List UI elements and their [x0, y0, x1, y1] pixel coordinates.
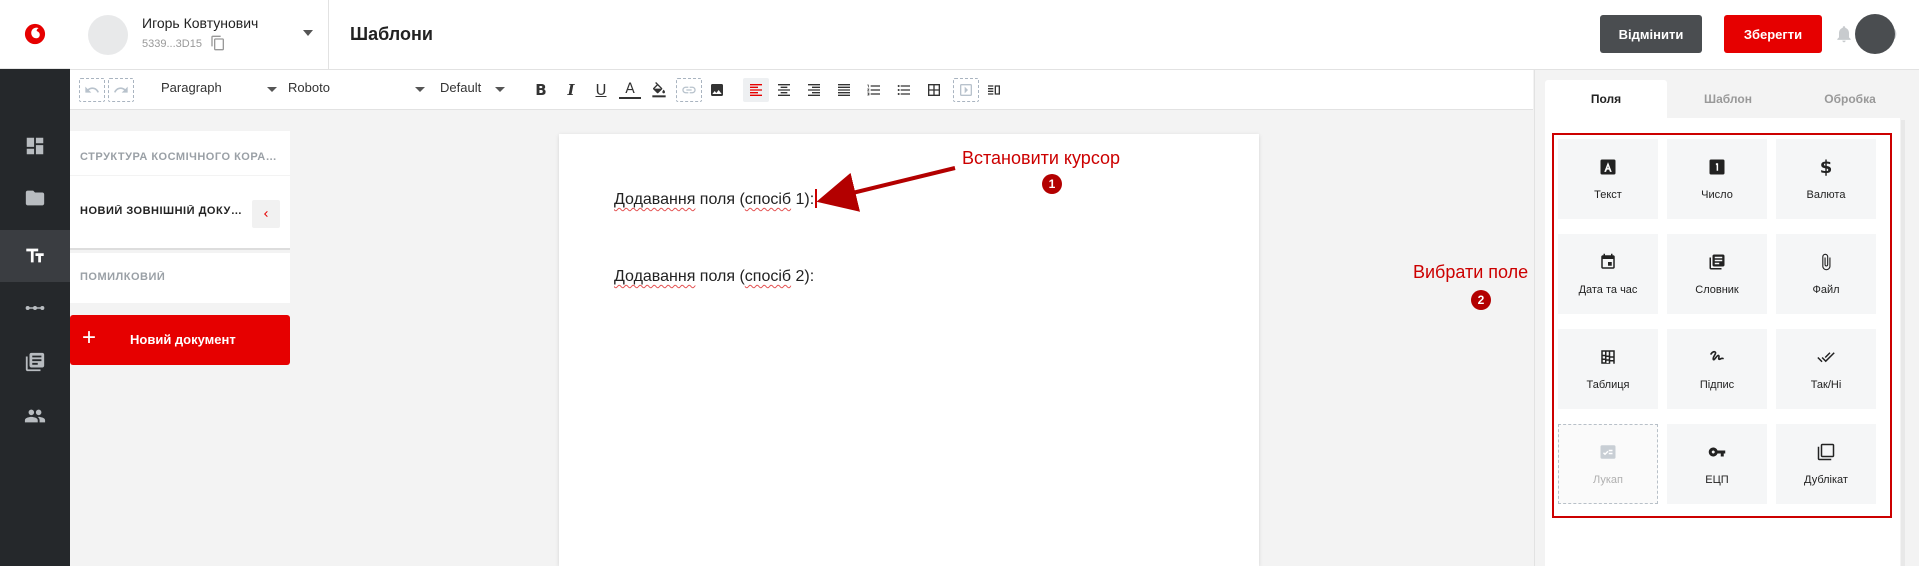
right-panel: Поля Шаблон Обробка Текст Число $ Валюта…	[1534, 70, 1919, 566]
field-table[interactable]: Таблиця	[1558, 329, 1658, 409]
field-number[interactable]: Число	[1667, 139, 1767, 219]
table-icon	[1598, 347, 1618, 367]
field-datetime[interactable]: Дата та час	[1558, 234, 1658, 314]
key-icon	[1707, 442, 1727, 462]
field-label: ЕЦП	[1705, 474, 1729, 486]
annotation-step2: Вибрати поле	[1413, 262, 1529, 282]
double-check-icon	[1816, 347, 1836, 367]
number-icon	[1707, 157, 1727, 177]
field-label: Дата та час	[1578, 284, 1638, 296]
text-icon	[1598, 157, 1618, 177]
field-duplicate[interactable]: Дублікат	[1776, 424, 1876, 504]
lookup-icon	[1598, 442, 1618, 462]
field-label: Файл	[1812, 284, 1840, 296]
field-lookup: Лукап	[1558, 424, 1658, 504]
field-text[interactable]: Текст	[1558, 139, 1658, 219]
tab-fields[interactable]: Поля	[1545, 80, 1667, 118]
field-yesno[interactable]: Так/Ні	[1776, 329, 1876, 409]
annotation-step1: Встановити курсор	[962, 148, 1121, 168]
scrollbar[interactable]	[1901, 120, 1905, 566]
tab-template[interactable]: Шаблон	[1667, 80, 1789, 118]
paperclip-icon	[1816, 252, 1836, 272]
field-label: Таблиця	[1586, 379, 1630, 391]
field-label: Число	[1701, 189, 1733, 201]
annotation-badge-2: 2	[1471, 290, 1491, 310]
field-label: Валюта	[1806, 189, 1846, 201]
field-file[interactable]: Файл	[1776, 234, 1876, 314]
field-currency[interactable]: $ Валюта	[1776, 139, 1876, 219]
duplicate-icon	[1816, 442, 1836, 462]
currency-icon: $	[1819, 156, 1833, 178]
field-label: Так/Ні	[1810, 379, 1842, 391]
dictionary-icon	[1707, 252, 1727, 272]
field-label: Текст	[1594, 189, 1622, 201]
field-dictionary[interactable]: Словник	[1667, 234, 1767, 314]
tab-processing[interactable]: Обробка	[1789, 80, 1911, 118]
field-label: Лукап	[1593, 474, 1623, 486]
field-label: Підпис	[1699, 379, 1735, 391]
signature-icon	[1707, 347, 1727, 367]
field-label: Словник	[1695, 284, 1739, 296]
field-signature[interactable]: Підпис	[1667, 329, 1767, 409]
field-eds[interactable]: ЕЦП	[1667, 424, 1767, 504]
field-label: Дублікат	[1804, 474, 1848, 486]
annotation-badge-1: 1	[1042, 174, 1062, 194]
calendar-icon	[1598, 252, 1618, 272]
